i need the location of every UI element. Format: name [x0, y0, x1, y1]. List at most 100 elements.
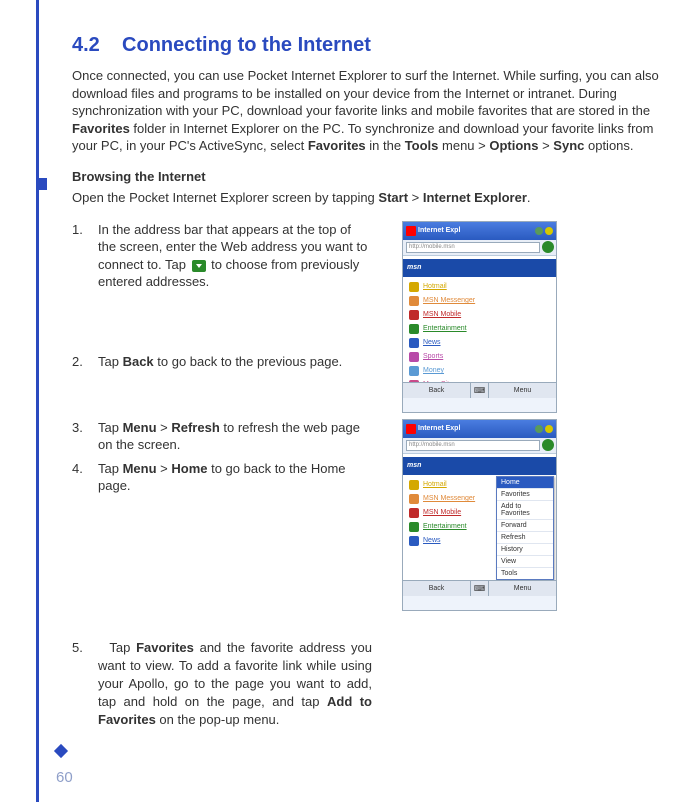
screenshot-1: Internet Expl http://mobile.msn msn Hotm…	[402, 221, 557, 413]
ss-titlebar: Internet Expl	[403, 420, 556, 438]
link-text: MSN Mobile	[423, 311, 461, 318]
step-number: 2.	[72, 353, 98, 371]
step-body: Tap Back to go back to the previous page…	[98, 353, 372, 371]
ss-link-item[interactable]: Entertainment	[409, 322, 556, 336]
go-icon[interactable]	[542, 241, 554, 253]
step-number: 4.	[72, 460, 98, 495]
volume-icon	[545, 227, 553, 235]
bold-home: Home	[171, 461, 207, 476]
link-icon	[409, 536, 419, 546]
start-flag-icon	[406, 424, 416, 434]
menu-item[interactable]: Tools	[497, 568, 553, 579]
back-button[interactable]: Back	[403, 383, 471, 398]
link-icon	[409, 480, 419, 490]
open-line: Open the Pocket Internet Explorer screen…	[72, 190, 672, 205]
ss-body: msn HotmailMSN Messenger MSN Mobile Entert…	[403, 256, 556, 398]
menu-item[interactable]: Forward	[497, 520, 553, 532]
intro-text: Once connected, you can use Pocket Inter…	[72, 68, 659, 118]
ss-link-item[interactable]: MSN Mobile	[409, 308, 556, 322]
link-icon	[409, 522, 419, 532]
menu-item[interactable]: View	[497, 556, 553, 568]
link-text: Entertainment	[423, 325, 467, 332]
step-number: 5.	[72, 639, 98, 730]
link-text: News	[423, 339, 441, 346]
link-icon	[409, 282, 419, 292]
bold-options: Options	[489, 138, 538, 153]
step-text: >	[157, 420, 172, 435]
ss-bottombar: Back ⌨ Menu	[403, 382, 556, 398]
page-number: 60	[56, 769, 73, 786]
intro-text: in the	[366, 138, 405, 153]
step-text: Tap	[98, 461, 123, 476]
context-menu[interactable]: HomeFavoritesAdd to FavoritesForwardRefr…	[496, 476, 554, 580]
step-5: 5. Tap Favorites and the favorite addres…	[72, 639, 372, 736]
go-icon[interactable]	[542, 439, 554, 451]
step-text: Tap	[109, 640, 136, 655]
margin-bar	[36, 0, 39, 802]
margin-tick	[39, 178, 47, 190]
keyboard-icon[interactable]: ⌨	[471, 581, 489, 596]
bold-sync: Sync	[553, 138, 584, 153]
subheading: Browsing the Internet	[72, 169, 672, 184]
intro-text: >	[538, 138, 553, 153]
start-flag-icon	[406, 226, 416, 236]
step-4: 4. Tap Menu > Home to go back to the Hom…	[72, 460, 372, 495]
ss-link-item[interactable]: Money	[409, 364, 556, 378]
ss-link-item[interactable]: Hotmail	[409, 280, 556, 294]
link-text: Hotmail	[423, 481, 447, 488]
bold-refresh: Refresh	[171, 420, 219, 435]
step-2: 2. Tap Back to go back to the previous p…	[72, 353, 372, 371]
row-step1: 1. In the address bar that appears at th…	[72, 221, 672, 413]
screenshot-2: Internet Expl http://mobile.msn msn Hotm…	[402, 419, 557, 611]
ss-addressbar: http://mobile.msn	[403, 240, 556, 256]
msn-banner: msn	[403, 457, 556, 475]
ss-titlebar: Internet Expl	[403, 222, 556, 240]
content-area: 4.2 Connecting to the Internet Once conn…	[72, 34, 672, 742]
link-icon	[409, 366, 419, 376]
menu-item[interactable]: Add to Favorites	[497, 501, 553, 520]
steps-col: 1. In the address bar that appears at th…	[72, 221, 372, 413]
link-icon	[409, 338, 419, 348]
ss-addressbar: http://mobile.msn	[403, 438, 556, 454]
link-icon	[409, 296, 419, 306]
menu-item[interactable]: History	[497, 544, 553, 556]
keyboard-icon[interactable]: ⌨	[471, 383, 489, 398]
link-icon	[409, 324, 419, 334]
section-title: 4.2 Connecting to the Internet	[72, 34, 672, 57]
step-body: Tap Menu > Home to go back to the Home p…	[98, 460, 372, 495]
menu-button[interactable]: Menu	[489, 581, 556, 596]
menu-item[interactable]: Favorites	[497, 489, 553, 501]
link-icon	[409, 352, 419, 362]
step-body: In the address bar that appears at the t…	[98, 221, 372, 291]
address-input[interactable]: http://mobile.msn	[406, 440, 540, 451]
step-text: Tap	[98, 354, 123, 369]
signal-icon	[535, 425, 543, 433]
step-number: 1.	[72, 221, 98, 291]
link-icon	[409, 494, 419, 504]
menu-button[interactable]: Menu	[489, 383, 556, 398]
link-text: Money	[423, 367, 444, 374]
menu-item[interactable]: Home	[497, 477, 553, 489]
link-icon	[409, 508, 419, 518]
ss-link-item[interactable]: Sports	[409, 350, 556, 364]
row-step34: 3. Tap Menu > Refresh to refresh the web…	[72, 419, 672, 611]
bold-start: Start	[378, 190, 408, 205]
back-button[interactable]: Back	[403, 581, 471, 596]
ss-bottombar: Back ⌨ Menu	[403, 580, 556, 596]
section-number: 4.2	[72, 34, 100, 56]
bold-menu: Menu	[123, 461, 157, 476]
step-number: 3.	[72, 419, 98, 454]
bold-back: Back	[123, 354, 154, 369]
ss-link-item[interactable]: News	[409, 336, 556, 350]
open-text: Open the Pocket Internet Explorer screen…	[72, 190, 378, 205]
ss-link-item[interactable]: MSN Messenger	[409, 294, 556, 308]
menu-item[interactable]: Refresh	[497, 532, 553, 544]
step-body: Tap Menu > Refresh to refresh the web pa…	[98, 419, 372, 454]
link-text: Entertainment	[423, 523, 467, 530]
step-text: Tap	[98, 420, 123, 435]
step-text: >	[157, 461, 172, 476]
address-input[interactable]: http://mobile.msn	[406, 242, 540, 253]
link-text: MSN Mobile	[423, 509, 461, 516]
msn-banner: msn	[403, 259, 556, 277]
bold-ie: Internet Explorer	[423, 190, 527, 205]
